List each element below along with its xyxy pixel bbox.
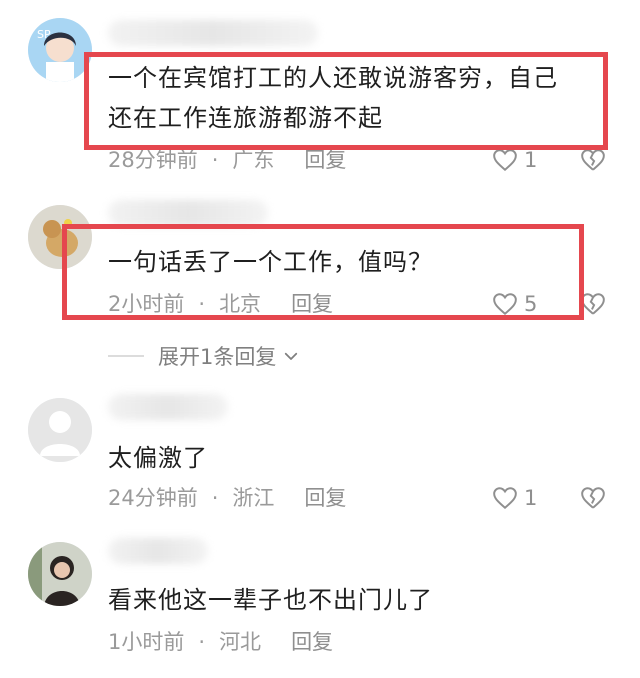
location: 广东 [232,148,275,172]
reply-button[interactable]: 回复 [304,482,346,514]
comment-item: SP 一个在宾馆打工的人还敢说游客穷，自己 还在工作连旅游都游不起 28分钟前 … [0,0,640,190]
comment-meta: 1小时前 · 河北 回复 [108,626,333,658]
broken-heart-icon[interactable] [580,291,606,317]
broken-heart-icon[interactable] [580,485,606,511]
divider [108,355,144,357]
like-button[interactable]: 1 [492,482,537,514]
heart-icon [493,149,517,172]
timestamp: 2小时前 [108,292,185,316]
location: 河北 [219,630,262,654]
comment-item: 看来他这一辈子也不出门儿了 1小时前 · 河北 回复 [0,530,640,678]
comment-text-line: 一个在宾馆打工的人还敢说游客穷，自己 [108,64,558,92]
username-blurred[interactable] [108,20,318,46]
like-count: 1 [524,486,538,510]
timestamp: 28分钟前 [108,148,198,172]
reply-button[interactable]: 回复 [291,626,333,658]
like-count: 1 [524,148,538,172]
comment-item: 太偏激了 24分钟前 · 浙江 回复 1 [0,390,640,530]
location: 北京 [219,292,262,316]
separator: · [211,148,219,172]
expand-replies-label: 展开1条回复 [158,345,277,369]
separator: · [211,486,219,510]
avatar[interactable] [28,542,92,606]
timestamp: 24分钟前 [108,486,198,510]
username-blurred[interactable] [108,538,208,564]
heart-icon [493,293,517,316]
chevron-down-icon [285,352,298,360]
comment-item: 一句话丢了一个工作，值吗？ 2小时前 · 北京 回复 5 [0,190,640,380]
username-blurred[interactable] [108,200,268,226]
location: 浙江 [232,486,275,510]
comment-text: 看来他这一辈子也不出门儿了 [108,586,433,614]
heart-icon [493,487,517,510]
timestamp: 1小时前 [108,630,185,654]
reply-button[interactable]: 回复 [304,144,346,176]
broken-heart-icon[interactable] [580,147,606,173]
avatar[interactable] [28,205,92,269]
like-button[interactable]: 5 [492,288,537,320]
comment-meta: 2小时前 · 北京 回复 [108,288,333,320]
separator: · [198,292,206,316]
like-button[interactable]: 1 [492,144,537,176]
expand-replies-button[interactable]: 展开1条回复 [108,340,300,372]
comment-text: 一个在宾馆打工的人还敢说游客穷，自己 还在工作连旅游都游不起 [108,58,558,138]
comment-text: 一句话丢了一个工作，值吗？ [108,248,433,276]
comment-meta: 24分钟前 · 浙江 回复 [108,482,346,514]
comment-text-line: 还在工作连旅游都游不起 [108,104,383,132]
reply-button[interactable]: 回复 [291,288,333,320]
avatar[interactable] [28,398,92,462]
username-blurred[interactable] [108,394,228,420]
comment-meta: 28分钟前 · 广东 回复 [108,144,346,176]
separator: · [198,630,206,654]
avatar[interactable]: SP [28,18,92,82]
like-count: 5 [524,292,538,316]
avatar-badge: SP [37,28,51,41]
comment-text: 太偏激了 [108,444,208,472]
